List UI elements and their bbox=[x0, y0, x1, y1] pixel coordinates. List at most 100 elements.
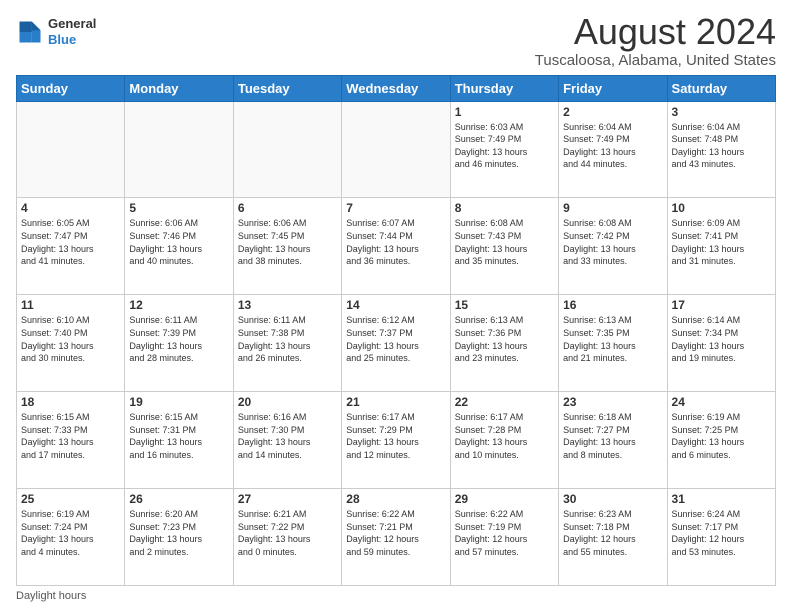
day-header-thursday: Thursday bbox=[450, 75, 558, 101]
day-number: 19 bbox=[129, 395, 228, 409]
subtitle: Tuscaloosa, Alabama, United States bbox=[535, 52, 776, 69]
calendar-cell: 19 Sunrise: 6:15 AM Sunset: 7:31 PM Dayli… bbox=[125, 392, 233, 489]
calendar-cell: 28Sunrise: 6:22 AM Sunset: 7:21 PM Dayli… bbox=[342, 489, 450, 586]
calendar-cell: 11 Sunrise: 6:10 AM Sunset: 7:40 PM Dayli… bbox=[17, 295, 125, 392]
title-section: August 2024 Tuscaloosa, Alabama, United … bbox=[535, 12, 776, 69]
day-number: 24 bbox=[672, 395, 771, 409]
day-number: 23 bbox=[563, 395, 662, 409]
calendar-cell: 3Sunrise: 6:04 AM Sunset: 7:48 PM Daylig… bbox=[667, 101, 775, 198]
day-number: 22 bbox=[455, 395, 554, 409]
day-info: Sunrise: 6:07 AM Sunset: 7:44 PM Dayligh… bbox=[346, 217, 445, 267]
calendar-cell: 8 Sunrise: 6:08 AM Sunset: 7:43 PM Daylig… bbox=[450, 198, 558, 295]
calendar-cell: 29 Sunrise: 6:22 AM Sunset: 7:19 PM Dayli… bbox=[450, 489, 558, 586]
day-number: 21 bbox=[346, 395, 445, 409]
day-header-wednesday: Wednesday bbox=[342, 75, 450, 101]
day-info: Sunrise: 6:06 AM Sunset: 7:45 PM Dayligh… bbox=[238, 217, 337, 267]
calendar-cell bbox=[125, 101, 233, 198]
day-number: 11 bbox=[21, 298, 120, 312]
logo-icon bbox=[16, 18, 44, 46]
day-info: Sunrise: 6:13 AM Sunset: 7:35 PM Dayligh… bbox=[563, 314, 662, 364]
day-number: 20 bbox=[238, 395, 337, 409]
day-info: Sunrise: 6:03 AM Sunset: 7:49 PM Dayligh… bbox=[455, 121, 554, 171]
week-row-2: 4 Sunrise: 6:05 AM Sunset: 7:47 PM Daylig… bbox=[17, 198, 776, 295]
calendar-cell: 20Sunrise: 6:16 AM Sunset: 7:30 PM Dayli… bbox=[233, 392, 341, 489]
day-info: Sunrise: 6:05 AM Sunset: 7:47 PM Dayligh… bbox=[21, 217, 120, 267]
calendar-cell: 25Sunrise: 6:19 AM Sunset: 7:24 PM Dayli… bbox=[17, 489, 125, 586]
day-header-tuesday: Tuesday bbox=[233, 75, 341, 101]
day-info: Sunrise: 6:15 AM Sunset: 7:33 PM Dayligh… bbox=[21, 411, 120, 461]
calendar-cell: 17 Sunrise: 6:14 AM Sunset: 7:34 PM Dayli… bbox=[667, 295, 775, 392]
calendar-cell: 24Sunrise: 6:19 AM Sunset: 7:25 PM Dayli… bbox=[667, 392, 775, 489]
calendar-cell: 30 Sunrise: 6:23 AM Sunset: 7:18 PM Dayli… bbox=[559, 489, 667, 586]
calendar-cell: 9Sunrise: 6:08 AM Sunset: 7:42 PM Daylig… bbox=[559, 198, 667, 295]
day-info: Sunrise: 6:11 AM Sunset: 7:38 PM Dayligh… bbox=[238, 314, 337, 364]
day-info: Sunrise: 6:22 AM Sunset: 7:21 PM Dayligh… bbox=[346, 508, 445, 558]
day-number: 6 bbox=[238, 201, 337, 215]
day-number: 17 bbox=[672, 298, 771, 312]
day-number: 31 bbox=[672, 492, 771, 506]
day-info: Sunrise: 6:22 AM Sunset: 7:19 PM Dayligh… bbox=[455, 508, 554, 558]
day-info: Sunrise: 6:23 AM Sunset: 7:18 PM Dayligh… bbox=[563, 508, 662, 558]
calendar-cell: 21 Sunrise: 6:17 AM Sunset: 7:29 PM Dayli… bbox=[342, 392, 450, 489]
calendar-cell: 2 Sunrise: 6:04 AM Sunset: 7:49 PM Daylig… bbox=[559, 101, 667, 198]
calendar-cell bbox=[17, 101, 125, 198]
top-section: General Blue August 2024 Tuscaloosa, Ala… bbox=[16, 12, 776, 69]
day-info: Sunrise: 6:24 AM Sunset: 7:17 PM Dayligh… bbox=[672, 508, 771, 558]
calendar-cell: 15 Sunrise: 6:13 AM Sunset: 7:36 PM Dayli… bbox=[450, 295, 558, 392]
day-header-sunday: Sunday bbox=[17, 75, 125, 101]
day-number: 29 bbox=[455, 492, 554, 506]
day-number: 9 bbox=[563, 201, 662, 215]
calendar-cell: 7 Sunrise: 6:07 AM Sunset: 7:44 PM Daylig… bbox=[342, 198, 450, 295]
day-info: Sunrise: 6:10 AM Sunset: 7:40 PM Dayligh… bbox=[21, 314, 120, 364]
calendar-cell: 22 Sunrise: 6:17 AM Sunset: 7:28 PM Dayli… bbox=[450, 392, 558, 489]
day-info: Sunrise: 6:17 AM Sunset: 7:29 PM Dayligh… bbox=[346, 411, 445, 461]
week-row-5: 25Sunrise: 6:19 AM Sunset: 7:24 PM Dayli… bbox=[17, 489, 776, 586]
header-row: SundayMondayTuesdayWednesdayThursdayFrid… bbox=[17, 75, 776, 101]
day-info: Sunrise: 6:14 AM Sunset: 7:34 PM Dayligh… bbox=[672, 314, 771, 364]
day-info: Sunrise: 6:11 AM Sunset: 7:39 PM Dayligh… bbox=[129, 314, 228, 364]
day-header-saturday: Saturday bbox=[667, 75, 775, 101]
day-number: 15 bbox=[455, 298, 554, 312]
day-info: Sunrise: 6:19 AM Sunset: 7:24 PM Dayligh… bbox=[21, 508, 120, 558]
day-info: Sunrise: 6:08 AM Sunset: 7:43 PM Dayligh… bbox=[455, 217, 554, 267]
day-number: 27 bbox=[238, 492, 337, 506]
calendar-cell: 10Sunrise: 6:09 AM Sunset: 7:41 PM Dayli… bbox=[667, 198, 775, 295]
calendar-cell bbox=[233, 101, 341, 198]
calendar-cell: 5 Sunrise: 6:06 AM Sunset: 7:46 PM Daylig… bbox=[125, 198, 233, 295]
day-info: Sunrise: 6:04 AM Sunset: 7:49 PM Dayligh… bbox=[563, 121, 662, 171]
day-info: Sunrise: 6:04 AM Sunset: 7:48 PM Dayligh… bbox=[672, 121, 771, 171]
calendar-cell: 1Sunrise: 6:03 AM Sunset: 7:49 PM Daylig… bbox=[450, 101, 558, 198]
day-number: 30 bbox=[563, 492, 662, 506]
day-info: Sunrise: 6:18 AM Sunset: 7:27 PM Dayligh… bbox=[563, 411, 662, 461]
calendar-cell: 14Sunrise: 6:12 AM Sunset: 7:37 PM Dayli… bbox=[342, 295, 450, 392]
day-number: 7 bbox=[346, 201, 445, 215]
day-number: 5 bbox=[129, 201, 228, 215]
day-number: 8 bbox=[455, 201, 554, 215]
week-row-4: 18Sunrise: 6:15 AM Sunset: 7:33 PM Dayli… bbox=[17, 392, 776, 489]
day-number: 2 bbox=[563, 105, 662, 119]
day-info: Sunrise: 6:17 AM Sunset: 7:28 PM Dayligh… bbox=[455, 411, 554, 461]
logo-text: General Blue bbox=[48, 16, 96, 47]
logo-line2: Blue bbox=[48, 32, 96, 48]
calendar-cell: 12Sunrise: 6:11 AM Sunset: 7:39 PM Dayli… bbox=[125, 295, 233, 392]
day-info: Sunrise: 6:06 AM Sunset: 7:46 PM Dayligh… bbox=[129, 217, 228, 267]
day-info: Sunrise: 6:13 AM Sunset: 7:36 PM Dayligh… bbox=[455, 314, 554, 364]
logo: General Blue bbox=[16, 16, 96, 47]
calendar-cell: 26Sunrise: 6:20 AM Sunset: 7:23 PM Dayli… bbox=[125, 489, 233, 586]
day-info: Sunrise: 6:21 AM Sunset: 7:22 PM Dayligh… bbox=[238, 508, 337, 558]
calendar-cell: 6 Sunrise: 6:06 AM Sunset: 7:45 PM Daylig… bbox=[233, 198, 341, 295]
calendar-cell: 4 Sunrise: 6:05 AM Sunset: 7:47 PM Daylig… bbox=[17, 198, 125, 295]
day-info: Sunrise: 6:09 AM Sunset: 7:41 PM Dayligh… bbox=[672, 217, 771, 267]
calendar-cell: 16Sunrise: 6:13 AM Sunset: 7:35 PM Dayli… bbox=[559, 295, 667, 392]
calendar-cell: 18Sunrise: 6:15 AM Sunset: 7:33 PM Dayli… bbox=[17, 392, 125, 489]
day-header-friday: Friday bbox=[559, 75, 667, 101]
day-info: Sunrise: 6:20 AM Sunset: 7:23 PM Dayligh… bbox=[129, 508, 228, 558]
day-info: Sunrise: 6:15 AM Sunset: 7:31 PM Dayligh… bbox=[129, 411, 228, 461]
day-number: 4 bbox=[21, 201, 120, 215]
week-row-3: 11 Sunrise: 6:10 AM Sunset: 7:40 PM Dayli… bbox=[17, 295, 776, 392]
page: General Blue August 2024 Tuscaloosa, Ala… bbox=[0, 0, 792, 612]
day-number: 14 bbox=[346, 298, 445, 312]
logo-line1: General bbox=[48, 16, 96, 32]
day-number: 13 bbox=[238, 298, 337, 312]
footer-note: Daylight hours bbox=[16, 590, 776, 602]
